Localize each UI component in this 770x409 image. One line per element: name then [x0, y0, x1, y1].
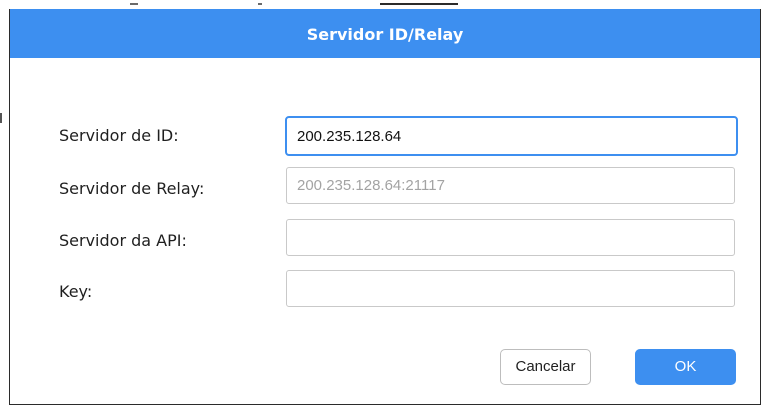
- id-server-input[interactable]: [285, 116, 738, 156]
- api-server-input[interactable]: [286, 219, 735, 256]
- ok-button[interactable]: OK: [635, 349, 736, 385]
- api-server-label: Servidor da API:: [59, 231, 187, 250]
- dialog-title: Servidor ID/Relay: [306, 25, 464, 44]
- dialog-titlebar: Servidor ID/Relay: [10, 9, 760, 58]
- cancel-button[interactable]: Cancelar: [500, 349, 591, 385]
- key-label: Key:: [59, 282, 93, 301]
- id-server-label: Servidor de ID:: [59, 126, 179, 145]
- key-input[interactable]: [286, 270, 735, 307]
- relay-server-label: Servidor de Relay:: [59, 179, 205, 198]
- server-settings-dialog: Servidor ID/Relay Servidor de ID: Servid…: [9, 9, 761, 405]
- relay-server-input[interactable]: [286, 167, 735, 204]
- background-window-edge: [0, 113, 2, 123]
- background-window-edge: [380, 3, 458, 5]
- background-window-edge: [258, 3, 262, 5]
- background-window-edge: [130, 3, 138, 5]
